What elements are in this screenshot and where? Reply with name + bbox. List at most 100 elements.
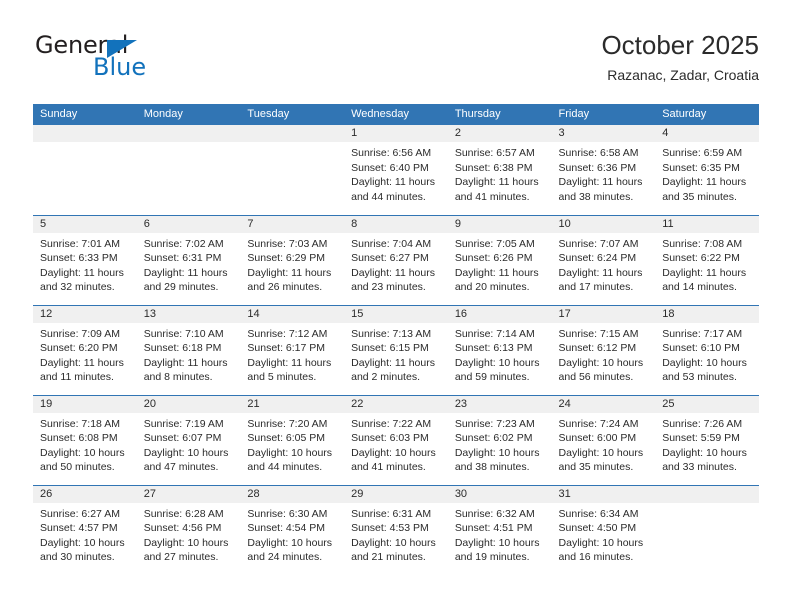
calendar-day-cell[interactable]: 10 Sunrise: 7:07 AM Sunset: 6:24 PM Dayligh… bbox=[551, 214, 656, 305]
day-detail: Sunrise: 7:03 AM Sunset: 6:29 PM Daylight:… bbox=[240, 233, 344, 295]
calendar-day-cell[interactable]: 7 Sunrise: 7:03 AM Sunset: 6:29 PM Daylight… bbox=[240, 214, 345, 305]
calendar-day-cell[interactable]: 23 Sunrise: 7:23 AM Sunset: 6:02 PM Dayligh… bbox=[447, 394, 552, 485]
sunset-text: Sunset: 6:36 PM bbox=[558, 161, 637, 174]
sunrise-text: Sunrise: 7:10 AM bbox=[143, 327, 224, 340]
daylight-text-line1: Daylight: 10 hours bbox=[454, 446, 540, 459]
daylight-text-line2: and 8 minutes. bbox=[143, 371, 213, 384]
sunset-text: Sunset: 6:13 PM bbox=[454, 342, 533, 355]
day-number: 18 bbox=[655, 305, 759, 323]
calendar-day-cell[interactable]: 30 Sunrise: 6:32 AM Sunset: 4:51 PM Dayligh… bbox=[447, 484, 552, 575]
general-blue-logo[interactable]: General Blue bbox=[33, 32, 273, 90]
daylight-text-line1: Daylight: 10 hours bbox=[558, 446, 644, 459]
daylight-text-line1: Daylight: 11 hours bbox=[454, 176, 539, 189]
calendar-day-cell[interactable]: 1 Sunrise: 6:56 AM Sunset: 6:40 PM Daylight… bbox=[344, 125, 448, 215]
sunset-text: Sunset: 6:02 PM bbox=[454, 432, 533, 445]
sunrise-text: Sunrise: 7:24 AM bbox=[558, 417, 639, 430]
calendar-day-cell[interactable]: 28 Sunrise: 6:30 AM Sunset: 4:54 PM Dayligh… bbox=[240, 484, 345, 575]
day-detail: Sunrise: 7:20 AM Sunset: 6:05 PM Daylight:… bbox=[240, 413, 344, 475]
sunset-text: Sunset: 6:18 PM bbox=[143, 342, 222, 355]
day-number: 1 bbox=[344, 125, 448, 142]
daylight-text-line2: and 35 minutes. bbox=[662, 190, 737, 203]
daylight-text-line2: and 14 minutes. bbox=[662, 281, 737, 294]
sunrise-text: Sunrise: 6:56 AM bbox=[351, 147, 432, 159]
daylight-text-line2: and 17 minutes. bbox=[558, 281, 634, 294]
sunset-text: Sunset: 6:12 PM bbox=[558, 342, 637, 355]
calendar-day-cell[interactable]: 3 Sunrise: 6:58 AM Sunset: 6:36 PM Daylight… bbox=[551, 125, 656, 215]
day-detail: Sunrise: 7:07 AM Sunset: 6:24 PM Daylight:… bbox=[552, 233, 656, 295]
sunset-text: Sunset: 6:38 PM bbox=[454, 161, 533, 174]
calendar-day-cell[interactable]: 15 Sunrise: 7:13 AM Sunset: 6:15 PM Dayligh… bbox=[344, 304, 448, 395]
calendar-day-cell[interactable]: 16 Sunrise: 7:14 AM Sunset: 6:13 PM Dayligh… bbox=[447, 304, 552, 395]
daylight-text-line1: Daylight: 10 hours bbox=[351, 536, 436, 549]
calendar-day-cell[interactable]: 21 Sunrise: 7:20 AM Sunset: 6:05 PM Dayligh… bbox=[240, 394, 345, 485]
sunset-text: Sunset: 6:00 PM bbox=[558, 432, 637, 445]
day-number bbox=[136, 125, 241, 142]
sunrise-text: Sunrise: 7:15 AM bbox=[558, 327, 639, 340]
sunrise-text: Sunrise: 6:57 AM bbox=[454, 147, 535, 159]
calendar-day-cell[interactable]: 29 Sunrise: 6:31 AM Sunset: 4:53 PM Dayligh… bbox=[344, 484, 448, 575]
daylight-text-line2: and 53 minutes. bbox=[662, 371, 737, 384]
calendar-day-cell[interactable]: 26 Sunrise: 6:27 AM Sunset: 4:57 PM Dayligh… bbox=[33, 484, 137, 575]
daylight-text-line2: and 47 minutes. bbox=[143, 461, 219, 474]
day-detail: Sunrise: 7:26 AM Sunset: 5:59 PM Daylight:… bbox=[655, 413, 759, 475]
day-detail: Sunrise: 7:18 AM Sunset: 6:08 PM Daylight:… bbox=[33, 413, 137, 475]
calendar-day-cell[interactable]: 18 Sunrise: 7:17 AM Sunset: 6:10 PM Dayligh… bbox=[655, 304, 759, 395]
calendar-day-cell[interactable]: 24 Sunrise: 7:24 AM Sunset: 6:00 PM Dayligh… bbox=[551, 394, 656, 485]
daylight-text-line2: and 38 minutes. bbox=[454, 461, 530, 474]
daylight-text-line1: Daylight: 10 hours bbox=[247, 536, 333, 549]
calendar-day-cell[interactable]: 11 Sunrise: 7:08 AM Sunset: 6:22 PM Dayligh… bbox=[655, 214, 759, 305]
sunrise-text: Sunrise: 7:04 AM bbox=[351, 237, 432, 250]
day-detail: Sunrise: 6:31 AM Sunset: 4:53 PM Daylight:… bbox=[344, 503, 448, 565]
calendar-day-cell[interactable]: 20 Sunrise: 7:19 AM Sunset: 6:07 PM Dayligh… bbox=[136, 394, 241, 485]
daylight-text-line2: and 30 minutes. bbox=[40, 551, 115, 564]
day-number: 10 bbox=[551, 215, 656, 233]
calendar-day-cell[interactable]: 31 Sunrise: 6:34 AM Sunset: 4:50 PM Dayligh… bbox=[551, 484, 656, 575]
calendar-day-cell[interactable]: 13 Sunrise: 7:10 AM Sunset: 6:18 PM Dayligh… bbox=[136, 304, 241, 395]
calendar-day-cell[interactable]: 25 Sunrise: 7:26 AM Sunset: 5:59 PM Dayligh… bbox=[655, 394, 759, 485]
sunrise-text: Sunrise: 7:01 AM bbox=[40, 237, 120, 250]
calendar-day-cell[interactable]: 22 Sunrise: 7:22 AM Sunset: 6:03 PM Dayligh… bbox=[344, 394, 448, 485]
weekday-header-friday: Friday bbox=[551, 104, 656, 125]
page-title: October 2025 bbox=[601, 30, 759, 60]
sunrise-text: Sunrise: 7:17 AM bbox=[662, 327, 743, 340]
day-number: 9 bbox=[447, 215, 552, 233]
daylight-text-line1: Daylight: 10 hours bbox=[143, 536, 229, 549]
day-detail: Sunrise: 7:22 AM Sunset: 6:03 PM Daylight:… bbox=[344, 413, 448, 475]
daylight-text-line1: Daylight: 11 hours bbox=[143, 356, 228, 369]
calendar-day-cell[interactable]: 19 Sunrise: 7:18 AM Sunset: 6:08 PM Dayligh… bbox=[33, 394, 137, 485]
calendar-day-cell[interactable]: 6 Sunrise: 7:02 AM Sunset: 6:31 PM Daylight… bbox=[136, 214, 241, 305]
day-detail: Sunrise: 7:12 AM Sunset: 6:17 PM Daylight:… bbox=[240, 323, 344, 385]
day-detail: Sunrise: 7:05 AM Sunset: 6:26 PM Daylight:… bbox=[448, 233, 552, 295]
day-number: 22 bbox=[344, 395, 448, 413]
daylight-text-line2: and 41 minutes. bbox=[454, 190, 530, 203]
calendar-day-cell[interactable]: 8 Sunrise: 7:04 AM Sunset: 6:27 PM Daylight… bbox=[344, 214, 448, 305]
sunrise-text: Sunrise: 7:12 AM bbox=[247, 327, 328, 340]
daylight-text-line1: Daylight: 11 hours bbox=[351, 176, 435, 189]
day-detail: Sunrise: 7:09 AM Sunset: 6:20 PM Daylight:… bbox=[33, 323, 137, 385]
calendar-day-cell[interactable]: 5 Sunrise: 7:01 AM Sunset: 6:33 PM Daylight… bbox=[33, 214, 137, 305]
day-detail: Sunrise: 6:59 AM Sunset: 6:35 PM Daylight:… bbox=[655, 142, 759, 204]
calendar-day-cell[interactable]: 12 Sunrise: 7:09 AM Sunset: 6:20 PM Dayligh… bbox=[33, 304, 137, 395]
day-detail: Sunrise: 7:14 AM Sunset: 6:13 PM Daylight:… bbox=[448, 323, 552, 385]
calendar-day-cell[interactable]: 2 Sunrise: 6:57 AM Sunset: 6:38 PM Daylight… bbox=[447, 125, 552, 215]
sunset-text: Sunset: 6:35 PM bbox=[662, 161, 740, 174]
daylight-text-line1: Daylight: 11 hours bbox=[247, 266, 332, 279]
day-detail: Sunrise: 6:32 AM Sunset: 4:51 PM Daylight:… bbox=[448, 503, 552, 565]
daylight-text-line1: Daylight: 10 hours bbox=[247, 446, 333, 459]
sunset-text: Sunset: 4:57 PM bbox=[40, 522, 118, 535]
day-detail: Sunrise: 7:10 AM Sunset: 6:18 PM Daylight:… bbox=[137, 323, 241, 385]
sunset-text: Sunset: 6:40 PM bbox=[351, 161, 429, 174]
calendar-day-cell[interactable]: 27 Sunrise: 6:28 AM Sunset: 4:56 PM Dayligh… bbox=[136, 484, 241, 575]
sunrise-text: Sunrise: 7:14 AM bbox=[454, 327, 535, 340]
sunset-text: Sunset: 6:29 PM bbox=[247, 252, 326, 265]
daylight-text-line2: and 23 minutes. bbox=[351, 281, 426, 294]
calendar-day-cell[interactable]: 14 Sunrise: 7:12 AM Sunset: 6:17 PM Dayligh… bbox=[240, 304, 345, 395]
calendar-day-cell[interactable]: 9 Sunrise: 7:05 AM Sunset: 6:26 PM Daylight… bbox=[447, 214, 552, 305]
calendar-day-cell[interactable]: 4 Sunrise: 6:59 AM Sunset: 6:35 PM Daylight… bbox=[655, 125, 759, 215]
calendar-grid: Sunday Monday Tuesday Wednesday Thursday Frid… bbox=[33, 104, 759, 575]
daylight-text-line1: Daylight: 10 hours bbox=[454, 356, 540, 369]
daylight-text-line2: and 44 minutes. bbox=[351, 190, 426, 203]
calendar-day-cell[interactable]: 17 Sunrise: 7:15 AM Sunset: 6:12 PM Dayligh… bbox=[551, 304, 656, 395]
calendar-table: Sunday Monday Tuesday Wednesday Thursday Frid… bbox=[33, 104, 759, 575]
daylight-text-line2: and 35 minutes. bbox=[558, 461, 634, 474]
